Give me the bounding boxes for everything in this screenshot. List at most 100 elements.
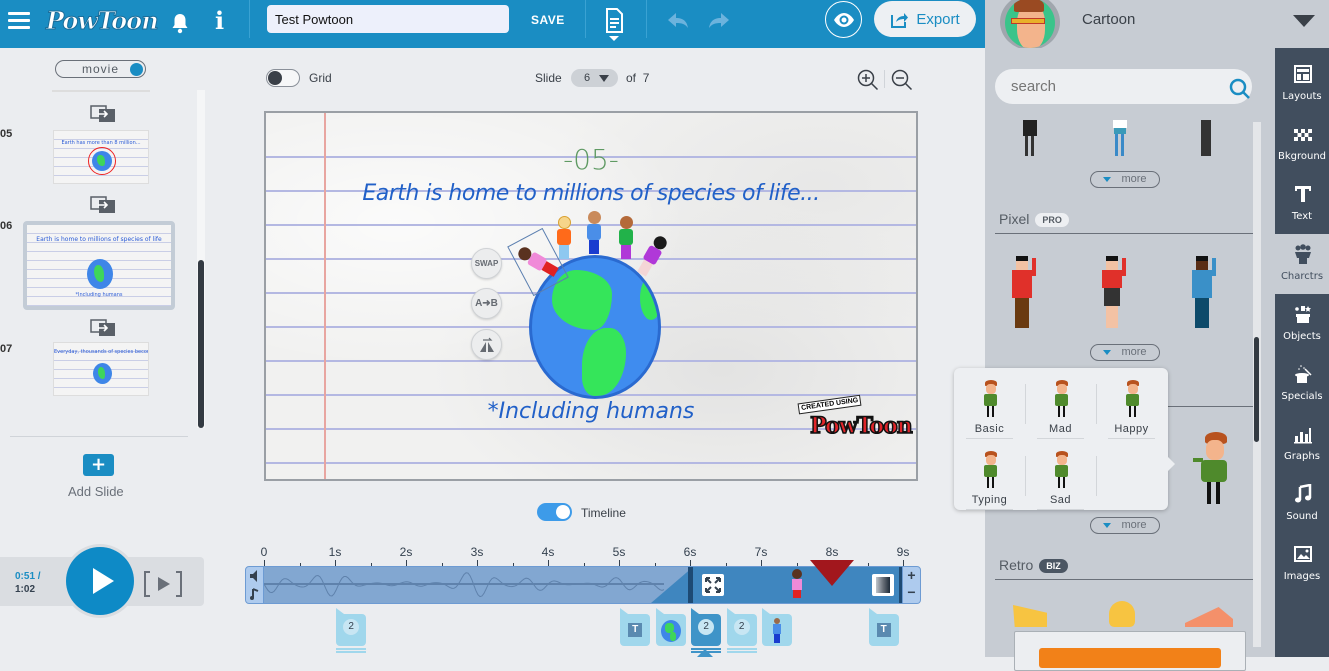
slide-thumbnail[interactable]: Everyday, thousands of species become ex… <box>53 342 149 396</box>
chevron-down-icon[interactable] <box>1293 15 1315 27</box>
preview-button[interactable] <box>825 1 862 38</box>
slide-select[interactable]: 6 <box>571 69 618 87</box>
library-search-input[interactable] <box>995 69 1252 104</box>
timeline-item-image[interactable] <box>655 608 686 646</box>
range-start-handle[interactable] <box>688 567 693 603</box>
timeline-item-group[interactable]: 2 <box>726 608 757 653</box>
info-icon[interactable]: i <box>215 6 224 35</box>
rail-item-objects[interactable]: Objects <box>1275 294 1329 354</box>
play-from-here-icon[interactable] <box>143 570 183 598</box>
scroll-handle[interactable] <box>198 260 204 428</box>
document-icon[interactable] <box>604 8 624 42</box>
timeline-item-text[interactable]: T <box>868 608 899 646</box>
more-button[interactable]: more <box>1090 517 1160 534</box>
hamburger-icon[interactable] <box>8 12 30 30</box>
character-girl-green[interactable] <box>617 216 635 260</box>
character-boy-blue[interactable] <box>585 211 603 255</box>
scroll-handle[interactable] <box>1254 337 1259 442</box>
movie-toggle-label: movie <box>81 62 119 76</box>
slide-time-range[interactable] <box>692 567 904 603</box>
play-button[interactable] <box>63 544 137 618</box>
timeline-toggle[interactable] <box>537 503 572 521</box>
thumb-title: Everyday, thousands of species become ex… <box>54 349 148 355</box>
character-clip-girl[interactable] <box>790 569 804 601</box>
rail-item-label: Charctrs <box>1280 271 1324 282</box>
rail-item-layouts[interactable]: Layouts <box>1275 54 1329 114</box>
pixel-character-businessman[interactable] <box>1190 252 1220 330</box>
search-icon[interactable] <box>1229 78 1251 100</box>
library-scrollbar[interactable] <box>1253 122 1261 647</box>
zoom-out-icon[interactable] <box>891 69 913 91</box>
character-thumb[interactable] <box>1015 120 1045 160</box>
ab-animation-button[interactable]: A➜B <box>471 288 502 319</box>
pose-option-sad[interactable]: Sad <box>1025 439 1096 510</box>
pose-option-mad[interactable]: Mad <box>1025 368 1096 439</box>
redo-icon[interactable] <box>708 10 730 30</box>
powtoon-logo[interactable]: PowToon <box>46 6 160 36</box>
grid-toggle[interactable] <box>266 69 300 87</box>
slide-thumbnail[interactable]: Earth has more than 8 million... <box>53 130 149 184</box>
upgrade-button[interactable] <box>1039 648 1221 668</box>
pose-option-basic[interactable]: Basic <box>954 368 1025 439</box>
movie-mode-toggle[interactable]: movie <box>55 60 146 78</box>
character-thumb[interactable] <box>1195 120 1217 160</box>
retro-character[interactable] <box>1013 605 1047 627</box>
pose-label: Happy <box>1114 423 1149 435</box>
character-boy-orange[interactable] <box>555 216 573 260</box>
export-label: Export <box>916 10 960 28</box>
slides-scrollbar[interactable] <box>197 90 205 428</box>
flip-button[interactable] <box>471 329 502 360</box>
rail-item-bkground[interactable]: Bkground <box>1275 114 1329 174</box>
pixel-character-man[interactable] <box>1010 252 1040 330</box>
category-rail: Layouts Bkground Text Charctrs Objects Specia… <box>1275 48 1329 657</box>
toggle-knob <box>556 505 570 519</box>
slide-canvas[interactable]: -05- Earth is home to millions of specie… <box>264 111 918 481</box>
rail-item-images[interactable]: Images <box>1275 534 1329 594</box>
transition-icon[interactable] <box>90 196 116 214</box>
timeline-item-group[interactable]: 2 <box>336 608 367 653</box>
bell-icon[interactable] <box>171 12 189 34</box>
timeline-zoom-out-button[interactable]: − <box>903 584 920 601</box>
rail-item-specials[interactable]: Specials <box>1275 354 1329 414</box>
retro-character[interactable] <box>1185 607 1233 627</box>
characters-icon <box>1294 244 1312 264</box>
character-green-suit-man[interactable] <box>1193 432 1239 506</box>
text-icon: T <box>876 623 891 637</box>
zoom-effect-chip[interactable] <box>702 574 724 596</box>
transition-chip[interactable] <box>872 574 894 596</box>
ruler-tick-label: 4s <box>541 545 555 559</box>
rail-item-text[interactable]: Text <box>1275 174 1329 234</box>
playhead-marker[interactable] <box>810 560 854 586</box>
project-title-input[interactable] <box>267 5 509 33</box>
transition-icon[interactable] <box>90 105 116 123</box>
more-button[interactable]: more <box>1090 171 1160 188</box>
pose-label: Basic <box>974 423 1005 435</box>
rail-item-sound[interactable]: Sound <box>1275 474 1329 534</box>
rail-item-charctrs[interactable]: Charctrs <box>1275 234 1329 294</box>
pixel-character-woman[interactable] <box>1100 252 1130 330</box>
timeline-item-group[interactable]: 2 <box>691 608 722 653</box>
slide-number-text[interactable]: -05- <box>266 143 916 176</box>
save-button[interactable]: SAVE <box>531 13 565 27</box>
slide-title-text[interactable]: Earth is home to millions of species of … <box>266 181 916 206</box>
add-slide-button[interactable]: + <box>83 454 114 476</box>
export-button[interactable]: Export <box>874 1 976 37</box>
timeline-zoom-in-button[interactable]: + <box>903 567 920 584</box>
timeline-item-character[interactable] <box>762 608 793 646</box>
pose-option-typing[interactable]: Typing <box>954 439 1025 510</box>
character-thumb[interactable] <box>1105 120 1135 160</box>
zoom-in-icon[interactable] <box>857 69 879 91</box>
divider <box>884 70 885 88</box>
retro-character[interactable] <box>1109 601 1135 627</box>
speaker-icon[interactable] <box>246 567 264 603</box>
swap-button[interactable]: SWAP <box>471 248 502 279</box>
more-button[interactable]: more <box>1090 344 1160 361</box>
add-slide-label[interactable]: Add Slide <box>68 484 124 499</box>
slide-thumbnail-selected[interactable]: Earth is home to millions of species of … <box>23 221 175 310</box>
pose-option-happy[interactable]: Happy <box>1096 368 1167 439</box>
rail-item-graphs[interactable]: Graphs <box>1275 414 1329 474</box>
timeline-item-text[interactable]: T <box>620 608 651 646</box>
undo-icon[interactable] <box>667 10 689 30</box>
style-selector[interactable]: Cartoon <box>985 0 1329 50</box>
transition-icon[interactable] <box>90 319 116 337</box>
